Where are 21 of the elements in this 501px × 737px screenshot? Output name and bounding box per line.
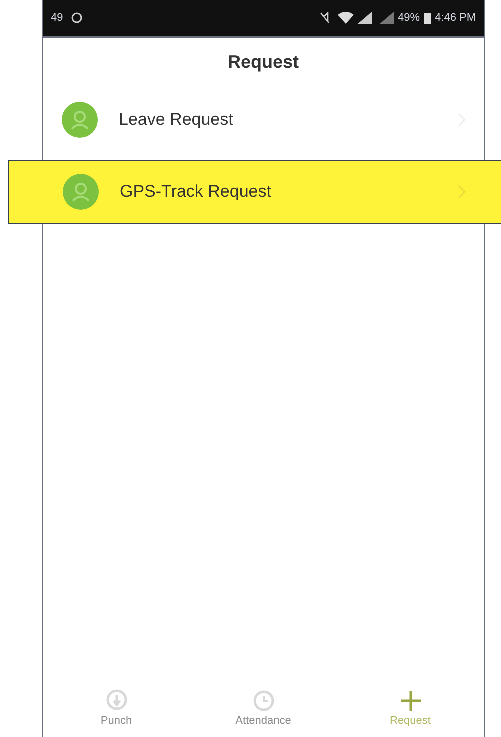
signal-icon <box>358 12 372 24</box>
request-label: GPS-Track Request <box>120 181 272 204</box>
status-text: 49 <box>51 10 64 26</box>
mute-icon <box>320 12 330 24</box>
user-icon <box>61 101 99 139</box>
battery-percent: 49% <box>398 10 420 26</box>
clock-time: 4:46 PM <box>435 10 476 26</box>
request-row[interactable]: GPS-Track Request <box>8 160 501 224</box>
alarm-icon <box>71 12 84 24</box>
chevron-right-icon <box>458 185 466 199</box>
battery-icon <box>424 12 432 24</box>
plus-icon <box>400 689 422 713</box>
wifi-icon <box>338 12 354 24</box>
nav-tab[interactable]: Punch <box>43 685 190 737</box>
user-icon <box>62 173 100 211</box>
clock-icon <box>252 689 274 713</box>
nav-tab[interactable]: Request <box>337 685 484 737</box>
page-title: Request <box>228 50 299 74</box>
nav-tab[interactable]: Attendance <box>190 685 337 737</box>
request-label: Leave Request <box>119 109 234 132</box>
signal-icon <box>380 12 394 24</box>
